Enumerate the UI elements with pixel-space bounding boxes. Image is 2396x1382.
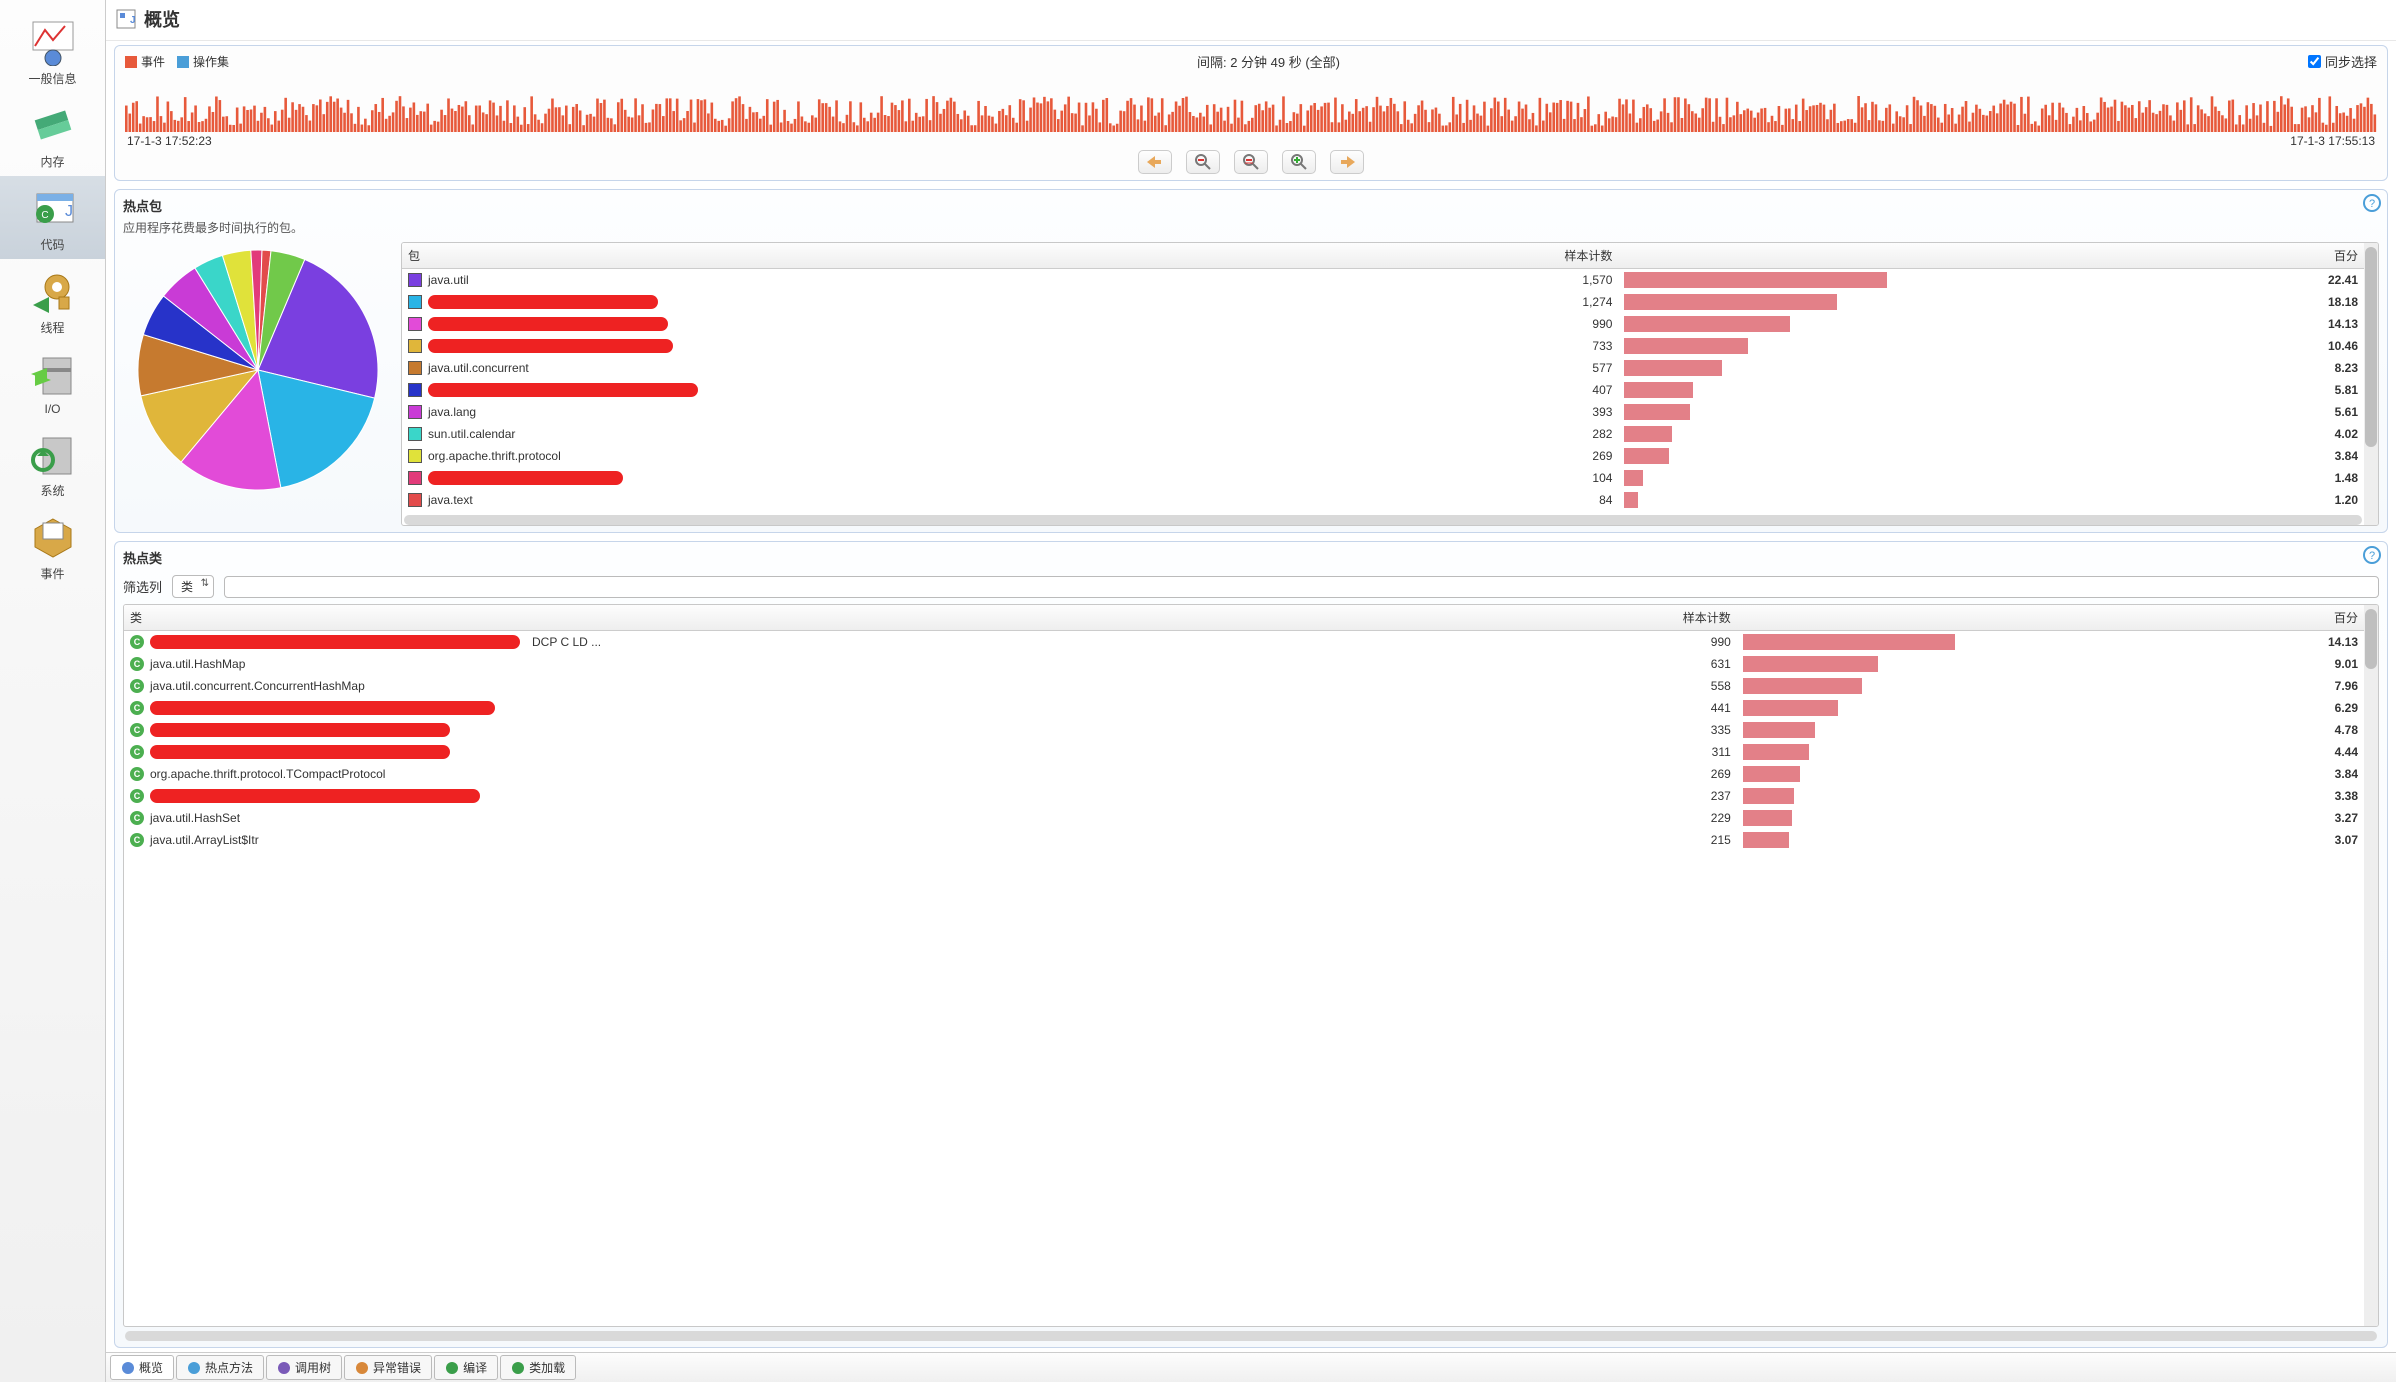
nav-back-button[interactable] bbox=[1138, 150, 1172, 174]
sidebar: 一般信息 内存 CJ 代码 线程 I/O 系统 事件 bbox=[0, 0, 106, 1382]
hot-packages-table: 包 样本计数 百分 java.util1,57022.411,27418.189… bbox=[402, 243, 2364, 511]
col-samples[interactable]: 样本计数 bbox=[1468, 605, 1737, 631]
system-icon bbox=[29, 430, 77, 478]
svg-text:C: C bbox=[41, 210, 48, 221]
nav-forward-button[interactable] bbox=[1330, 150, 1364, 174]
tab-calltree[interactable]: 调用树 bbox=[266, 1355, 342, 1380]
sidebar-item-system[interactable]: 系统 bbox=[0, 422, 105, 505]
svg-text:?: ? bbox=[2369, 198, 2375, 210]
table-row[interactable]: Cjava.util.concurrent.ConcurrentHashMap5… bbox=[124, 675, 2364, 697]
bottom-tabs: 概览热点方法调用树异常错误编译类加载 bbox=[106, 1352, 2396, 1382]
hot-packages-title: 热点包 bbox=[123, 194, 2379, 219]
timeline-chart[interactable] bbox=[125, 77, 2377, 132]
help-icon[interactable]: ? bbox=[2363, 194, 2381, 212]
hot-classes-table: 类 样本计数 百分 CDCP C LD ...99014.13Cjava.uti… bbox=[124, 605, 2364, 851]
tab-overview[interactable]: 概览 bbox=[110, 1355, 174, 1380]
table-row[interactable]: C2373.38 bbox=[124, 785, 2364, 807]
overview-icon: J bbox=[116, 9, 136, 29]
main-content: J 概览 事件 操作集 间隔: 2 分钟 49 秒 (全部) 同步选择 17-1… bbox=[106, 0, 2396, 1382]
sync-select-checkbox[interactable]: 同步选择 bbox=[2308, 52, 2377, 71]
filter-column-select[interactable]: 类 bbox=[172, 575, 214, 598]
table-row[interactable]: sun.util.calendar2824.02 bbox=[402, 423, 2364, 445]
filter-input[interactable] bbox=[224, 576, 2379, 598]
events-icon bbox=[29, 513, 77, 561]
zoom-out-full-button[interactable] bbox=[1234, 150, 1268, 174]
sidebar-item-threads[interactable]: 线程 bbox=[0, 259, 105, 342]
threads-icon bbox=[29, 267, 77, 315]
vertical-scrollbar[interactable] bbox=[2364, 605, 2378, 1326]
memory-icon bbox=[29, 101, 77, 149]
svg-text:J: J bbox=[130, 15, 136, 26]
hot-classes-section: 热点类 ? 筛选列 类 类 样本计数 百分 CDCP C LD ...99014… bbox=[114, 541, 2388, 1348]
sidebar-label-io: I/O bbox=[0, 402, 105, 416]
sidebar-label-memory: 内存 bbox=[0, 153, 105, 170]
sidebar-label-code: 代码 bbox=[0, 236, 105, 253]
zoom-out-button[interactable] bbox=[1186, 150, 1220, 174]
col-percent[interactable]: 百分 bbox=[1961, 605, 2364, 631]
interval-label: 间隔: 2 分钟 49 秒 (全部) bbox=[229, 52, 2308, 71]
hot-packages-subtitle: 应用程序花费最多时间执行的包。 bbox=[123, 219, 2379, 242]
tab-compile[interactable]: 编译 bbox=[434, 1355, 498, 1380]
time-end: 17-1-3 17:55:13 bbox=[2290, 134, 2375, 148]
table-row[interactable]: 1,27418.18 bbox=[402, 291, 2364, 313]
vertical-scrollbar[interactable] bbox=[2364, 243, 2378, 525]
col-package[interactable]: 包 bbox=[402, 243, 1383, 269]
table-row[interactable]: java.util.concurrent5778.23 bbox=[402, 357, 2364, 379]
table-row[interactable]: C3354.78 bbox=[124, 719, 2364, 741]
zoom-in-button[interactable] bbox=[1282, 150, 1316, 174]
sidebar-label-events: 事件 bbox=[0, 565, 105, 582]
table-row[interactable]: 99014.13 bbox=[402, 313, 2364, 335]
time-start: 17-1-3 17:52:23 bbox=[127, 134, 212, 148]
sidebar-label-general: 一般信息 bbox=[0, 70, 105, 87]
tab-exceptions[interactable]: 异常错误 bbox=[344, 1355, 432, 1380]
horizontal-scrollbar[interactable] bbox=[125, 1331, 2377, 1341]
table-row[interactable]: Cjava.util.HashMap6319.01 bbox=[124, 653, 2364, 675]
legend-ops: 操作集 bbox=[193, 53, 229, 70]
legend-events: 事件 bbox=[141, 53, 165, 70]
sidebar-item-events[interactable]: 事件 bbox=[0, 505, 105, 588]
hot-classes-title: 热点类 bbox=[123, 546, 2379, 571]
event-swatch bbox=[125, 56, 137, 68]
horizontal-scrollbar[interactable] bbox=[404, 515, 2362, 525]
sidebar-label-threads: 线程 bbox=[0, 319, 105, 336]
pie-chart bbox=[123, 242, 393, 497]
page-title: 概览 bbox=[144, 6, 180, 32]
table-row[interactable]: 1041.48 bbox=[402, 467, 2364, 489]
table-row[interactable]: 73310.46 bbox=[402, 335, 2364, 357]
sidebar-label-system: 系统 bbox=[0, 482, 105, 499]
table-row[interactable]: Cjava.util.ArrayList$Itr2153.07 bbox=[124, 829, 2364, 851]
chart-gauge-icon bbox=[29, 18, 77, 66]
table-row[interactable]: C3114.44 bbox=[124, 741, 2364, 763]
table-row[interactable]: CDCP C LD ...99014.13 bbox=[124, 631, 2364, 654]
ops-swatch bbox=[177, 56, 189, 68]
sidebar-item-io[interactable]: I/O bbox=[0, 342, 105, 422]
tab-classload[interactable]: 类加载 bbox=[500, 1355, 576, 1380]
col-samples[interactable]: 样本计数 bbox=[1383, 243, 1618, 269]
help-icon[interactable]: ? bbox=[2363, 546, 2381, 564]
timeline-panel: 事件 操作集 间隔: 2 分钟 49 秒 (全部) 同步选择 17-1-3 17… bbox=[114, 45, 2388, 181]
col-class[interactable]: 类 bbox=[124, 605, 1468, 631]
svg-text:?: ? bbox=[2369, 550, 2375, 562]
sidebar-item-code[interactable]: CJ 代码 bbox=[0, 176, 105, 259]
io-icon bbox=[29, 350, 77, 398]
hot-packages-section: 热点包 ? 应用程序花费最多时间执行的包。 包 样本计数 百分 java.uti… bbox=[114, 189, 2388, 533]
page-title-bar: J 概览 bbox=[106, 0, 2396, 41]
timeline-legend: 事件 操作集 bbox=[125, 53, 229, 70]
timeline-toolbar bbox=[125, 148, 2377, 174]
sidebar-item-memory[interactable]: 内存 bbox=[0, 93, 105, 176]
table-row[interactable]: java.text841.20 bbox=[402, 489, 2364, 511]
col-percent[interactable]: 百分 bbox=[1893, 243, 2364, 269]
table-row[interactable]: org.apache.thrift.protocol2693.84 bbox=[402, 445, 2364, 467]
table-row[interactable]: java.util1,57022.41 bbox=[402, 269, 2364, 292]
filter-label: 筛选列 bbox=[123, 577, 162, 596]
code-icon: CJ bbox=[29, 184, 77, 232]
table-row[interactable]: 4075.81 bbox=[402, 379, 2364, 401]
table-row[interactable]: Corg.apache.thrift.protocol.TCompactProt… bbox=[124, 763, 2364, 785]
table-row[interactable]: Cjava.util.HashSet2293.27 bbox=[124, 807, 2364, 829]
tab-hotmethods[interactable]: 热点方法 bbox=[176, 1355, 264, 1380]
table-row[interactable]: C4416.29 bbox=[124, 697, 2364, 719]
table-row[interactable]: java.lang3935.61 bbox=[402, 401, 2364, 423]
svg-text:J: J bbox=[65, 203, 73, 220]
sidebar-item-general[interactable]: 一般信息 bbox=[0, 10, 105, 93]
